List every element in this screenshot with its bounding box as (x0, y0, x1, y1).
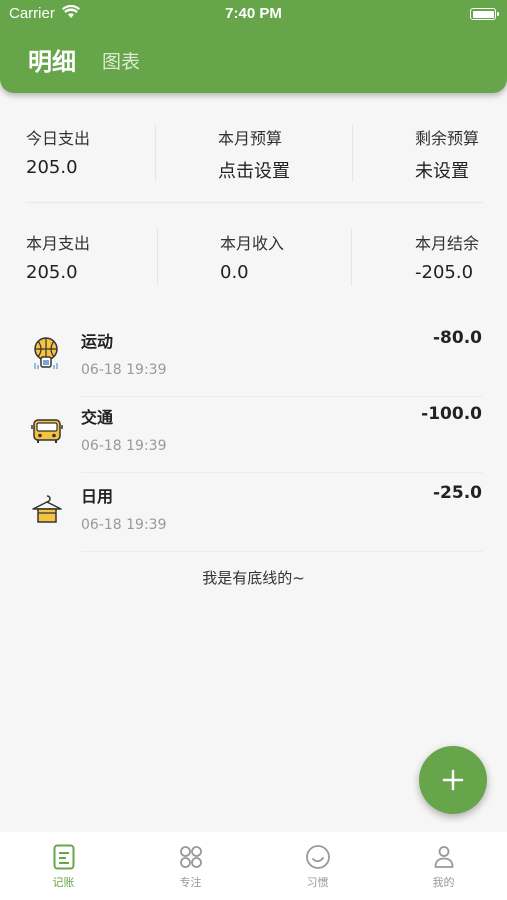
stat-month-income: 本月收入 0.0 (220, 230, 284, 290)
record-time: 06-18 19:39 (81, 362, 167, 378)
nav-item-profile[interactable]: 我的 (380, 832, 507, 900)
sports-basketball-icon (30, 336, 64, 370)
end-of-list-note: 我是有底线的~ (202, 569, 305, 587)
stat-label: 本月结余 (415, 234, 480, 253)
record-category: 日用 (81, 487, 114, 506)
tab-detail[interactable]: 明细 (28, 42, 76, 77)
add-record-button[interactable] (419, 746, 487, 814)
nav-label: 记账 (52, 876, 75, 889)
stat-value: -205.0 (415, 262, 474, 283)
record-item[interactable]: 日用 06-18 19:39 -25.0 (0, 473, 507, 552)
stat-label: 剩余预算 (415, 129, 480, 148)
record-category: 交通 (81, 408, 114, 427)
nav-item-focus[interactable]: 专注 (127, 832, 254, 900)
grid-icon (179, 846, 202, 868)
record-item[interactable]: 运动 06-18 19:39 -80.0 (0, 318, 507, 397)
bus-icon (30, 412, 64, 446)
ledger-icon (53, 844, 74, 870)
divider (81, 551, 483, 552)
clock: 7:40 PM (225, 5, 282, 22)
stats-row-monthly: 本月支出 205.0 本月收入 0.0 本月结余 -205.0 (26, 230, 483, 290)
stat-month-budget[interactable]: 本月预算 点击设置 (218, 125, 290, 185)
bottom-nav: 记账 专注 习惯 我的 (0, 832, 507, 900)
divider (157, 228, 158, 286)
status-bar: Carrier 7:40 PM (0, 0, 507, 28)
record-amount: -100.0 (421, 404, 482, 424)
tab-chart[interactable]: 图表 (102, 47, 140, 74)
stat-remaining-budget: 剩余预算 未设置 (415, 125, 479, 185)
divider (352, 124, 353, 182)
record-item[interactable]: 交通 06-18 19:39 -100.0 (0, 394, 507, 473)
record-amount: -80.0 (433, 328, 482, 348)
stats-row-daily: 今日支出 205.0 本月预算 点击设置 剩余预算 未设置 (26, 125, 483, 185)
stat-label: 本月收入 (220, 234, 285, 253)
smile-icon (305, 845, 330, 869)
divider (26, 202, 483, 203)
nav-label: 习惯 (306, 876, 329, 889)
stat-month-balance: 本月结余 -205.0 (415, 230, 479, 290)
stat-label: 本月预算 (218, 129, 283, 148)
set-budget-link[interactable]: 点击设置 (218, 157, 290, 183)
stat-label: 本月支出 (26, 234, 91, 253)
stat-value: 未设置 (415, 161, 469, 182)
record-time: 06-18 19:39 (81, 438, 167, 454)
stat-value: 0.0 (220, 262, 249, 283)
battery-icon (470, 8, 499, 20)
person-icon (434, 846, 453, 868)
plus-icon (442, 769, 464, 791)
record-time: 06-18 19:39 (81, 517, 167, 533)
stat-value: 205.0 (26, 157, 78, 178)
divider (155, 124, 156, 182)
nav-item-habit[interactable]: 习惯 (254, 832, 381, 900)
stat-label: 今日支出 (26, 129, 91, 148)
divider (351, 228, 352, 286)
hanger-icon (30, 491, 64, 525)
nav-item-ledger[interactable]: 记账 (0, 832, 127, 900)
nav-label: 专注 (179, 876, 202, 889)
stat-month-expense: 本月支出 205.0 (26, 230, 90, 290)
stat-value: 205.0 (26, 262, 78, 283)
record-amount: -25.0 (433, 483, 482, 503)
nav-label: 我的 (432, 876, 455, 889)
record-category: 运动 (81, 332, 114, 351)
app-header: Carrier 7:40 PM 明细 图表 (0, 0, 507, 93)
stat-today-expense: 今日支出 205.0 (26, 125, 90, 185)
